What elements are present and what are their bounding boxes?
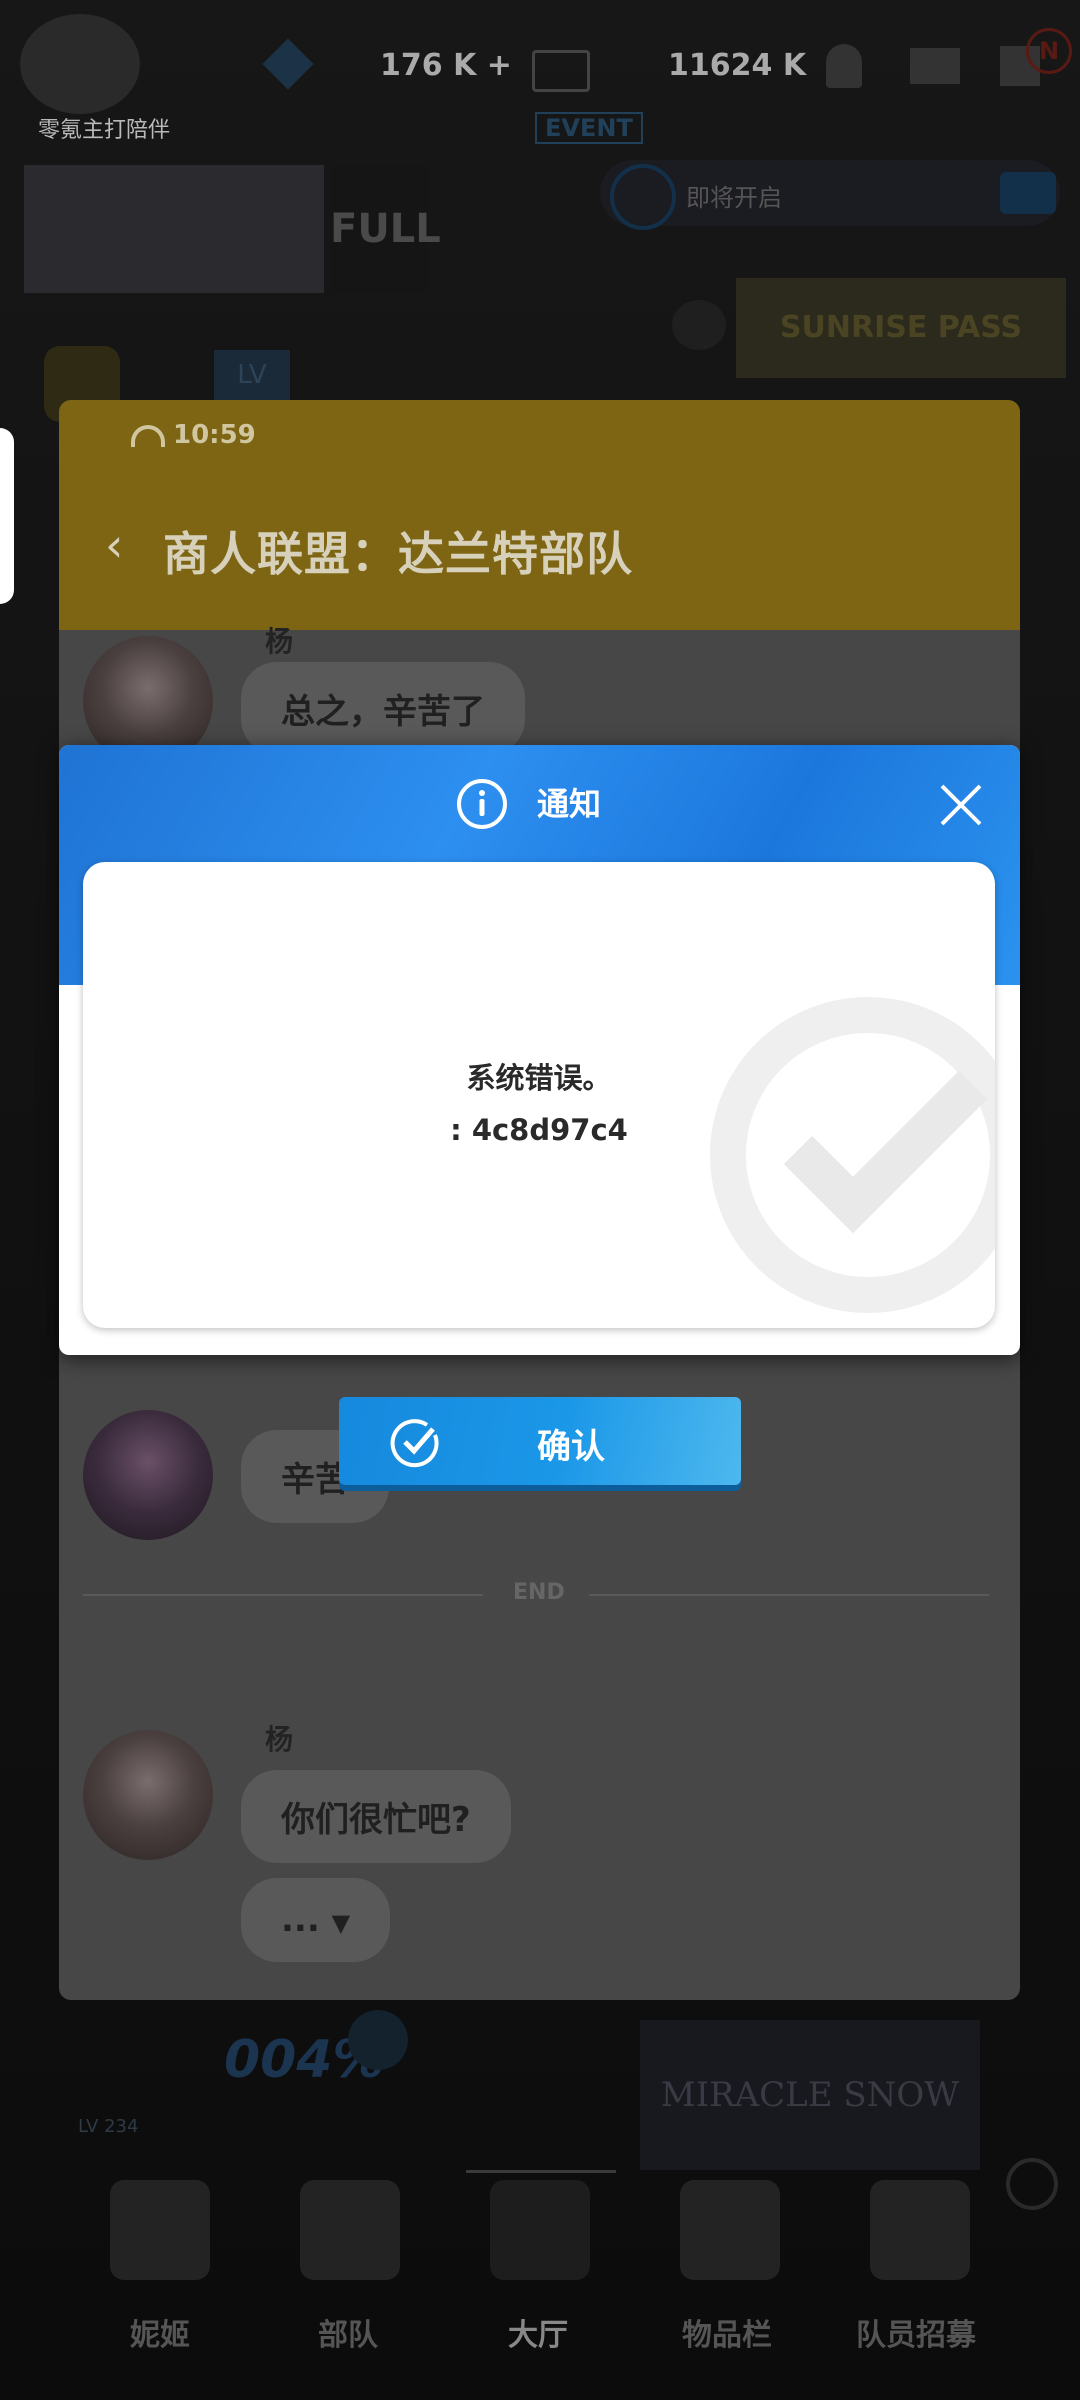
nav-inventory[interactable]: 物品栏 <box>682 2310 772 2354</box>
nikke-nav-icon[interactable] <box>110 2180 210 2280</box>
error-code: : 4c8d97c4 <box>450 1113 628 1147</box>
chat-header: 10:59 ‹ 商人联盟：达兰特部队 <box>59 400 1020 630</box>
speaker-name: 杨 <box>265 625 294 658</box>
check-circle-icon <box>390 1419 439 1468</box>
profile-label: 零氪主打陪伴 <box>38 118 171 143</box>
info-icon <box>610 164 676 230</box>
event-notice-text: 即将开启 <box>686 184 782 212</box>
speaker-name: 杨 <box>265 1723 294 1756</box>
nav-lobby[interactable]: 大厅 <box>508 2310 568 2354</box>
stat-credits: 11624 K <box>668 48 807 83</box>
inventory-nav-icon[interactable] <box>680 2180 780 2280</box>
status-time: 10:59 <box>131 420 256 450</box>
stat-gems: 176 K + <box>380 48 512 83</box>
bell-icon[interactable] <box>826 44 862 88</box>
level-label: LV 234 <box>78 2116 139 2137</box>
message-bubble: 你们很忙吧? <box>241 1770 511 1863</box>
arrow-right-icon <box>1000 172 1056 214</box>
wifi-icon <box>131 424 165 447</box>
credit-icon <box>532 50 590 92</box>
confirm-button[interactable]: 确认 <box>339 1397 741 1485</box>
typing-bubble: ... ▼ <box>241 1878 391 1962</box>
back-chevron-icon[interactable]: ‹ <box>105 518 123 572</box>
gem-icon <box>262 38 314 90</box>
nav-nikke[interactable]: 妮姬 <box>130 2310 190 2354</box>
squad-nav-icon[interactable] <box>300 2180 400 2280</box>
recruit-nav-icon[interactable] <box>870 2180 970 2280</box>
refresh-icon[interactable] <box>1006 2158 1058 2210</box>
typing-cursor-icon: ▼ <box>331 1909 351 1937</box>
dialog-message: 系统错误。 : 4c8d97c4 <box>83 1052 995 1156</box>
banner-full[interactable]: FULL <box>330 165 441 293</box>
event-notice-bar[interactable]: 即将开启 <box>600 160 1060 230</box>
side-tab[interactable] <box>0 428 14 604</box>
sunrise-pass-banner[interactable]: SUNRISE PASS <box>736 278 1066 378</box>
notification-dialog: 通知 系统错误。 : 4c8d97c4 <box>59 745 1020 1355</box>
close-icon[interactable] <box>937 781 985 829</box>
avatar <box>83 1410 213 1540</box>
notification-badge-icon: N <box>1026 28 1072 74</box>
dialog-title: 通知 <box>537 785 602 823</box>
banner-left[interactable] <box>24 165 324 293</box>
miracle-snow-banner[interactable]: MIRACLE SNOW <box>640 2020 980 2170</box>
commander-avatar[interactable] <box>20 14 140 114</box>
event-badge[interactable]: EVENT <box>535 112 643 144</box>
info-icon <box>457 779 507 829</box>
mail-icon[interactable] <box>910 48 960 84</box>
lobby-nav-icon[interactable] <box>490 2180 590 2280</box>
end-divider: END <box>59 1580 1020 1610</box>
chat-title: 商人联盟：达兰特部队 <box>163 527 633 581</box>
lobby-nav-indicator <box>466 2170 616 2173</box>
shield-icon[interactable] <box>348 2010 408 2070</box>
list-icon[interactable] <box>672 300 726 350</box>
end-label: END <box>513 1580 565 1605</box>
dialog-body: 系统错误。 : 4c8d97c4 <box>83 862 995 1328</box>
nav-squad[interactable]: 部队 <box>318 2310 378 2354</box>
error-message: 系统错误。 <box>466 1061 612 1095</box>
avatar <box>83 1730 213 1860</box>
lv-icon[interactable]: LV <box>214 350 290 400</box>
message-bubble: 总之，辛苦了 <box>241 662 525 755</box>
nav-recruit[interactable]: 队员招募 <box>856 2310 976 2354</box>
confirm-label: 确认 <box>537 1427 605 1467</box>
